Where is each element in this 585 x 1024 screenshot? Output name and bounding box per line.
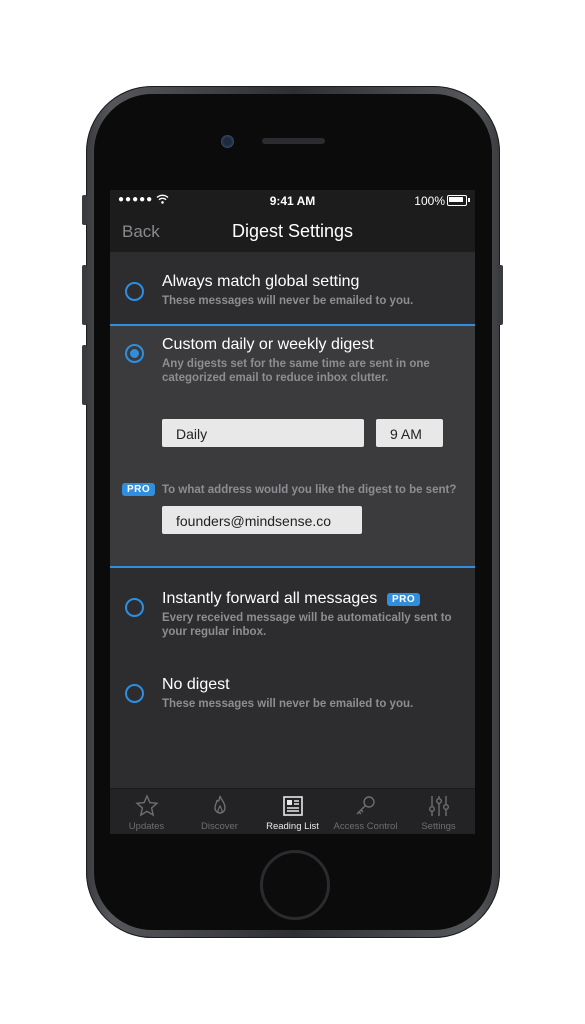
tab-label: Settings (421, 821, 456, 832)
tab-settings[interactable]: Settings (402, 789, 475, 834)
screen: ●●●●● 9:41 AM 100% Back Digest Settings … (110, 190, 475, 834)
navigation-bar: Back Digest Settings (110, 210, 475, 252)
option-title: Always match global setting (162, 273, 360, 290)
radio-custom-digest[interactable] (125, 344, 144, 363)
power-button (498, 265, 503, 325)
key-icon (356, 796, 375, 815)
option-custom-digest[interactable]: Custom daily or weekly digest Any digest… (110, 326, 475, 566)
home-button[interactable] (260, 850, 330, 920)
email-field[interactable]: founders@mindsense.co (162, 506, 362, 534)
mute-switch (82, 195, 87, 225)
radio-no-digest[interactable] (125, 684, 144, 703)
tab-label: Access Control (333, 821, 398, 832)
pro-badge: PRO (387, 593, 421, 606)
address-prompt: To what address would you like the diges… (162, 484, 457, 496)
flame-icon (214, 795, 226, 814)
front-camera (221, 135, 234, 148)
option-no-digest[interactable]: No digest These messages will never be e… (110, 656, 475, 716)
option-instant-forward[interactable]: Instantly forward all messages PRO Every… (110, 568, 475, 648)
frequency-select[interactable]: Daily (162, 419, 364, 447)
newspaper-icon (283, 796, 303, 816)
status-bar: ●●●●● 9:41 AM 100% (110, 190, 475, 210)
battery-percent: 100% (414, 194, 445, 208)
time-select[interactable]: 9 AM (376, 419, 443, 447)
tab-discover[interactable]: Discover (183, 789, 256, 834)
volume-down-button (82, 345, 87, 405)
page-title: Digest Settings (231, 221, 354, 241)
option-description: These messages will never be emailed to … (162, 698, 414, 710)
option-description: Any digests set for the same time are se… (162, 358, 430, 384)
star-icon (135, 794, 159, 817)
option-title: Instantly forward all messages (162, 590, 378, 607)
battery-icon (447, 195, 470, 206)
radio-always-match[interactable] (125, 282, 144, 301)
tab-bar: Updates Discover Reading List Access Con… (110, 788, 475, 834)
tab-label: Discover (201, 821, 238, 832)
tab-reading-list[interactable]: Reading List (256, 789, 329, 834)
tab-access-control[interactable]: Access Control (329, 789, 402, 834)
pro-badge: PRO (122, 483, 156, 496)
tab-updates[interactable]: Updates (110, 789, 183, 834)
option-description: Every received message will be automatic… (162, 612, 452, 638)
earpiece-speaker (262, 138, 325, 144)
volume-up-button (82, 265, 87, 325)
option-title: No digest (162, 676, 230, 693)
tab-label: Reading List (266, 821, 319, 832)
option-title: Custom daily or weekly digest (162, 336, 374, 353)
radio-instant-forward[interactable] (125, 598, 144, 617)
sliders-icon (429, 796, 450, 816)
option-description: These messages will never be emailed to … (162, 295, 414, 307)
option-always-match[interactable]: Always match global setting These messag… (110, 252, 475, 324)
tab-label: Updates (128, 821, 165, 832)
